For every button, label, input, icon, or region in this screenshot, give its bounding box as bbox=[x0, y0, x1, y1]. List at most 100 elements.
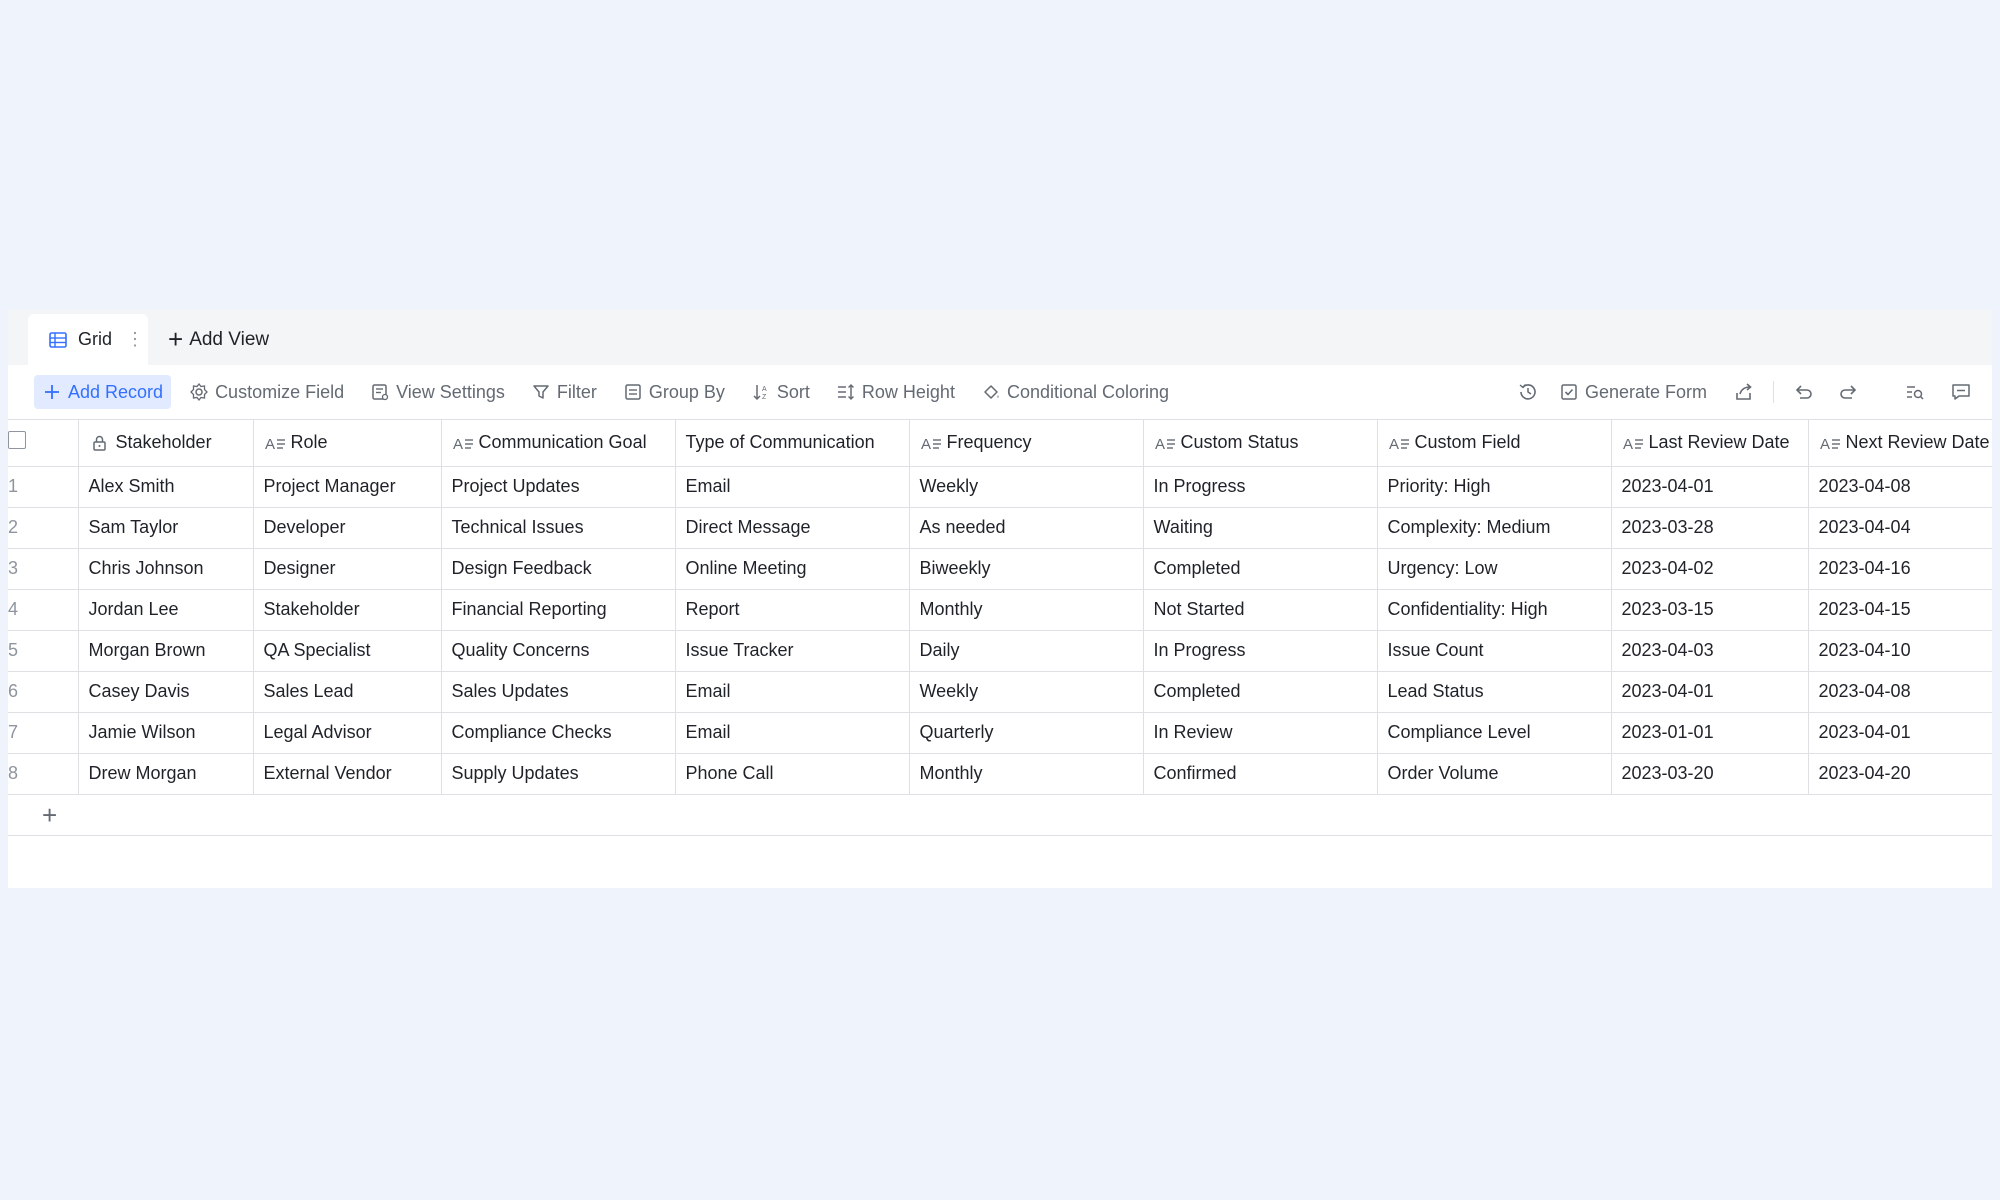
table-cell[interactable]: 2023-04-15 bbox=[1808, 589, 1992, 631]
table-cell[interactable]: Priority: High bbox=[1377, 466, 1612, 508]
table-cell[interactable]: Lead Status bbox=[1377, 671, 1612, 713]
add-record-button[interactable]: Add Record bbox=[34, 375, 172, 409]
table-cell[interactable]: Quality Concerns bbox=[441, 630, 676, 672]
table-cell[interactable]: Jamie Wilson bbox=[78, 712, 254, 754]
select-all-cell[interactable] bbox=[8, 420, 79, 467]
column-header-role[interactable]: A Role bbox=[253, 420, 442, 467]
table-cell[interactable]: 2023-04-16 bbox=[1808, 548, 1992, 590]
table-cell[interactable]: Sales Updates bbox=[441, 671, 676, 713]
table-cell[interactable]: 2023-04-04 bbox=[1808, 507, 1992, 549]
table-cell[interactable]: 2023-04-01 bbox=[1611, 671, 1809, 713]
table-cell[interactable]: Compliance Level bbox=[1377, 712, 1612, 754]
table-cell[interactable]: 2023-04-20 bbox=[1808, 753, 1992, 795]
redo-button[interactable] bbox=[1832, 375, 1866, 409]
table-cell[interactable]: Developer bbox=[253, 507, 442, 549]
comment-button[interactable] bbox=[1944, 375, 1978, 409]
table-cell[interactable]: Direct Message bbox=[675, 507, 910, 549]
table-cell[interactable]: In Progress bbox=[1143, 466, 1378, 508]
table-cell[interactable]: In Progress bbox=[1143, 630, 1378, 672]
table-cell[interactable]: Issue Tracker bbox=[675, 630, 910, 672]
table-cell[interactable]: Quarterly bbox=[909, 712, 1144, 754]
table-cell[interactable]: Biweekly bbox=[909, 548, 1144, 590]
row-height-button[interactable]: Row Height bbox=[828, 375, 963, 409]
table-cell[interactable]: Monthly bbox=[909, 589, 1144, 631]
table-cell[interactable]: Phone Call bbox=[675, 753, 910, 795]
column-header-custom-field[interactable]: A Custom Field bbox=[1377, 420, 1612, 467]
table-cell[interactable]: Legal Advisor bbox=[253, 712, 442, 754]
column-header-communication-goal[interactable]: A Communication Goal bbox=[441, 420, 676, 467]
table-cell[interactable]: 2023-04-01 bbox=[1611, 466, 1809, 508]
column-header-stakeholder[interactable]: Stakeholder bbox=[78, 420, 254, 467]
table-cell[interactable]: Chris Johnson bbox=[78, 548, 254, 590]
table-cell[interactable]: Sam Taylor bbox=[78, 507, 254, 549]
table-cell[interactable]: Order Volume bbox=[1377, 753, 1612, 795]
table-cell[interactable]: Daily bbox=[909, 630, 1144, 672]
table-cell[interactable]: Project Manager bbox=[253, 466, 442, 508]
tab-grid[interactable]: Grid ⋮ bbox=[28, 314, 148, 365]
table-cell[interactable]: Issue Count bbox=[1377, 630, 1612, 672]
customize-field-button[interactable]: Customize Field bbox=[181, 375, 352, 409]
table-row[interactable]: 3 Chris Johnson Designer Design Feedback Onl… bbox=[8, 548, 1992, 590]
table-cell[interactable]: Report bbox=[675, 589, 910, 631]
more-vertical-icon[interactable]: ⋮ bbox=[126, 329, 144, 350]
table-cell[interactable]: Online Meeting bbox=[675, 548, 910, 590]
column-header-type-of-communication[interactable]: Type of Communication bbox=[675, 420, 910, 467]
column-header-next-review-date[interactable]: A Next Review Date bbox=[1808, 420, 1992, 467]
share-button[interactable] bbox=[1727, 375, 1761, 409]
table-cell[interactable]: Jordan Lee bbox=[78, 589, 254, 631]
table-cell[interactable]: Casey Davis bbox=[78, 671, 254, 713]
table-cell[interactable]: Sales Lead bbox=[253, 671, 442, 713]
table-row[interactable]: 4 Jordan Lee Stakeholder Financial Reportin… bbox=[8, 589, 1992, 631]
table-cell[interactable]: 2023-03-15 bbox=[1611, 589, 1809, 631]
column-header-custom-status[interactable]: A Custom Status bbox=[1143, 420, 1378, 467]
table-cell[interactable]: Weekly bbox=[909, 466, 1144, 508]
table-cell[interactable]: 2023-04-10 bbox=[1808, 630, 1992, 672]
table-cell[interactable]: Email bbox=[675, 466, 910, 508]
table-cell[interactable]: Compliance Checks bbox=[441, 712, 676, 754]
add-row-button[interactable]: + bbox=[8, 794, 1992, 836]
table-cell[interactable]: External Vendor bbox=[253, 753, 442, 795]
table-cell[interactable]: Waiting bbox=[1143, 507, 1378, 549]
table-cell[interactable]: Design Feedback bbox=[441, 548, 676, 590]
table-row[interactable]: 7 Jamie Wilson Legal Advisor Compliance Che… bbox=[8, 712, 1992, 754]
select-all-checkbox[interactable] bbox=[8, 431, 26, 450]
search-records-button[interactable] bbox=[1898, 375, 1932, 409]
table-cell[interactable]: Project Updates bbox=[441, 466, 676, 508]
table-cell[interactable]: 2023-04-08 bbox=[1808, 671, 1992, 713]
table-cell[interactable]: 2023-04-02 bbox=[1611, 548, 1809, 590]
table-cell[interactable]: Email bbox=[675, 712, 910, 754]
table-cell[interactable]: Morgan Brown bbox=[78, 630, 254, 672]
table-cell[interactable]: 2023-03-28 bbox=[1611, 507, 1809, 549]
conditional-coloring-button[interactable]: Conditional Coloring bbox=[973, 375, 1177, 409]
table-cell[interactable]: Drew Morgan bbox=[78, 753, 254, 795]
view-settings-button[interactable]: View Settings bbox=[362, 375, 513, 409]
group-by-button[interactable]: Group By bbox=[615, 375, 733, 409]
table-cell[interactable]: In Review bbox=[1143, 712, 1378, 754]
history-button[interactable] bbox=[1511, 375, 1545, 409]
sort-button[interactable]: AZ Sort bbox=[743, 375, 818, 409]
table-cell[interactable]: QA Specialist bbox=[253, 630, 442, 672]
table-cell[interactable]: Confidentiality: High bbox=[1377, 589, 1612, 631]
filter-button[interactable]: Filter bbox=[523, 375, 605, 409]
table-cell[interactable]: 2023-04-08 bbox=[1808, 466, 1992, 508]
table-cell[interactable]: Financial Reporting bbox=[441, 589, 676, 631]
table-cell[interactable]: 2023-03-20 bbox=[1611, 753, 1809, 795]
table-row[interactable]: 6 Casey Davis Sales Lead Sales Updates Email… bbox=[8, 671, 1992, 713]
table-cell[interactable]: Completed bbox=[1143, 548, 1378, 590]
column-header-frequency[interactable]: A Frequency bbox=[909, 420, 1144, 467]
table-row[interactable]: 1 Alex Smith Project Manager Project Update… bbox=[8, 466, 1992, 508]
table-cell[interactable]: 2023-04-03 bbox=[1611, 630, 1809, 672]
table-cell[interactable]: Alex Smith bbox=[78, 466, 254, 508]
table-cell[interactable]: Completed bbox=[1143, 671, 1378, 713]
undo-button[interactable] bbox=[1786, 375, 1820, 409]
table-cell[interactable]: Not Started bbox=[1143, 589, 1378, 631]
table-cell[interactable]: Stakeholder bbox=[253, 589, 442, 631]
table-cell[interactable]: 2023-01-01 bbox=[1611, 712, 1809, 754]
table-cell[interactable]: Urgency: Low bbox=[1377, 548, 1612, 590]
column-header-last-review-date[interactable]: A Last Review Date bbox=[1611, 420, 1809, 467]
table-cell[interactable]: Email bbox=[675, 671, 910, 713]
table-cell[interactable]: Designer bbox=[253, 548, 442, 590]
table-cell[interactable]: Weekly bbox=[909, 671, 1144, 713]
table-row[interactable]: 8 Drew Morgan External Vendor Supply Update… bbox=[8, 753, 1992, 795]
table-cell[interactable]: Confirmed bbox=[1143, 753, 1378, 795]
